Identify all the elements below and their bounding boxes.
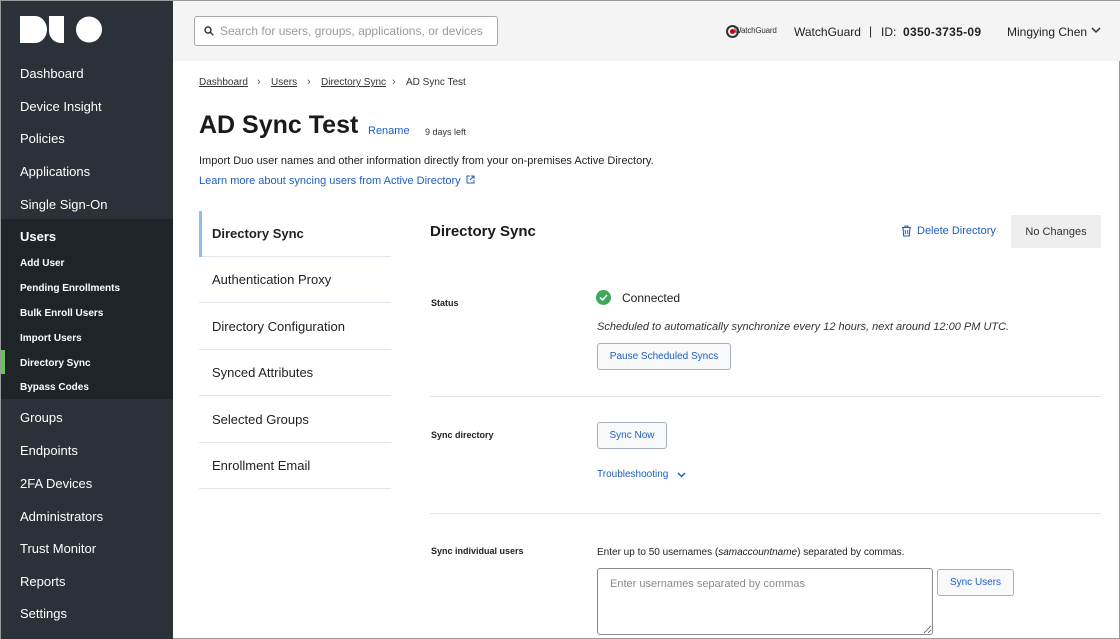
nav-groups[interactable]: Groups [20,410,63,425]
external-link-icon [466,175,475,184]
nav-users[interactable]: Users [20,229,56,244]
section-title: Directory Sync [430,223,536,240]
section-divider [430,513,1101,514]
nav-administrators[interactable]: Administrators [20,509,103,524]
breadcrumb-users[interactable]: Users [271,77,297,88]
tab-enrollment-email[interactable]: Enrollment Email [199,443,391,489]
top-bar: WatchGuard WatchGuard | ID: 0350-3735-09… [173,1,1120,61]
breadcrumb-directory-sync[interactable]: Directory Sync [321,77,386,88]
nav-2fa-devices[interactable]: 2FA Devices [20,476,92,491]
chevron-down-icon [677,472,686,478]
tab-label: Selected Groups [212,412,309,427]
users-section: Users Add User Pending Enrollments Bulk … [1,219,173,399]
nav-applications[interactable]: Applications [20,164,90,179]
account-id-value: 0350-3735-09 [903,25,982,39]
status-value: Connected [622,291,681,305]
nav-bypass-codes[interactable]: Bypass Codes [20,382,89,393]
breadcrumb-current: AD Sync Test [406,77,466,88]
no-changes-button[interactable]: No Changes [1011,215,1101,248]
delete-directory-label: Delete Directory [917,225,996,237]
sync-directory-label: Sync directory [431,430,494,440]
active-indicator [1,350,5,374]
org-name: WatchGuard [794,25,861,39]
tab-label: Directory Sync [212,226,304,241]
nav-pending-enrollments[interactable]: Pending Enrollments [20,283,120,294]
nav-single-sign-on[interactable]: Single Sign-On [20,197,107,212]
tab-label: Authentication Proxy [212,272,332,287]
intro-text: Import Duo user names and other informat… [199,155,654,167]
sync-users-button[interactable]: Sync Users [937,569,1014,596]
account-id-label: ID: [881,25,897,39]
nav-policies[interactable]: Policies [20,131,65,146]
section-divider [430,396,1101,397]
tab-selected-groups[interactable]: Selected Groups [199,397,391,443]
nav-reports[interactable]: Reports [20,574,66,589]
check-circle-icon [596,290,611,305]
status-label: Status [431,298,459,308]
rename-link[interactable]: Rename [368,125,410,137]
breadcrumb-separator-icon: › [257,76,261,88]
header-separator: | [869,24,873,38]
learn-more-label: Learn more about syncing users from Acti… [199,175,461,187]
nav-settings[interactable]: Settings [20,606,67,621]
nav-directory-sync[interactable]: Directory Sync [20,358,91,369]
search-box[interactable] [194,16,498,46]
search-icon [204,26,214,36]
tab-synced-attributes[interactable]: Synced Attributes [199,350,391,396]
nav-import-users[interactable]: Import Users [20,333,82,344]
tab-label: Directory Configuration [212,319,345,334]
pause-scheduled-syncs-button[interactable]: Pause Scheduled Syncs [597,343,731,370]
nav-add-user[interactable]: Add User [20,258,64,269]
usernames-textarea[interactable] [597,568,933,635]
tab-label: Enrollment Email [212,458,311,473]
sync-users-label: Sync individual users [431,546,524,556]
troubleshooting-toggle[interactable]: Troubleshooting [597,469,686,480]
breadcrumb-separator-icon: › [307,76,311,88]
nav-bulk-enroll-users[interactable]: Bulk Enroll Users [20,308,103,319]
learn-more-link[interactable]: Learn more about syncing users from Acti… [199,175,475,187]
trash-icon [902,225,911,237]
duo-logo[interactable] [20,16,102,43]
sidebar: Dashboard Device Insight Policies Applic… [1,1,173,639]
tab-directory-configuration[interactable]: Directory Configuration [199,304,391,350]
nav-trust-monitor[interactable]: Trust Monitor [20,541,96,556]
tab-label: Synced Attributes [212,365,314,380]
nav-device-insight[interactable]: Device Insight [20,99,102,114]
breadcrumb-separator-icon: › [392,76,396,88]
chevron-down-icon[interactable] [1091,27,1101,34]
tab-directory-sync[interactable]: Directory Sync [199,211,391,257]
nav-dashboard[interactable]: Dashboard [20,66,84,81]
watchguard-logo-text: WatchGuard [734,26,777,35]
page-title: AD Sync Test [199,111,359,139]
troubleshooting-label: Troubleshooting [597,469,669,480]
user-menu[interactable]: Mingying Chen [1007,25,1087,39]
nav-endpoints[interactable]: Endpoints [20,443,78,458]
samaccountname-term: samaccountname [718,547,798,558]
watchguard-logo: WatchGuard [726,25,778,39]
days-left-badge: 9 days left [425,127,467,137]
schedule-text: Scheduled to automatically synchronize e… [597,321,1010,333]
breadcrumb-dashboard[interactable]: Dashboard [199,77,248,88]
tab-authentication-proxy[interactable]: Authentication Proxy [199,257,391,303]
sync-users-hint: Enter up to 50 usernames (samaccountname… [597,547,905,558]
sync-now-button[interactable]: Sync Now [597,422,667,449]
search-input[interactable] [220,22,490,40]
